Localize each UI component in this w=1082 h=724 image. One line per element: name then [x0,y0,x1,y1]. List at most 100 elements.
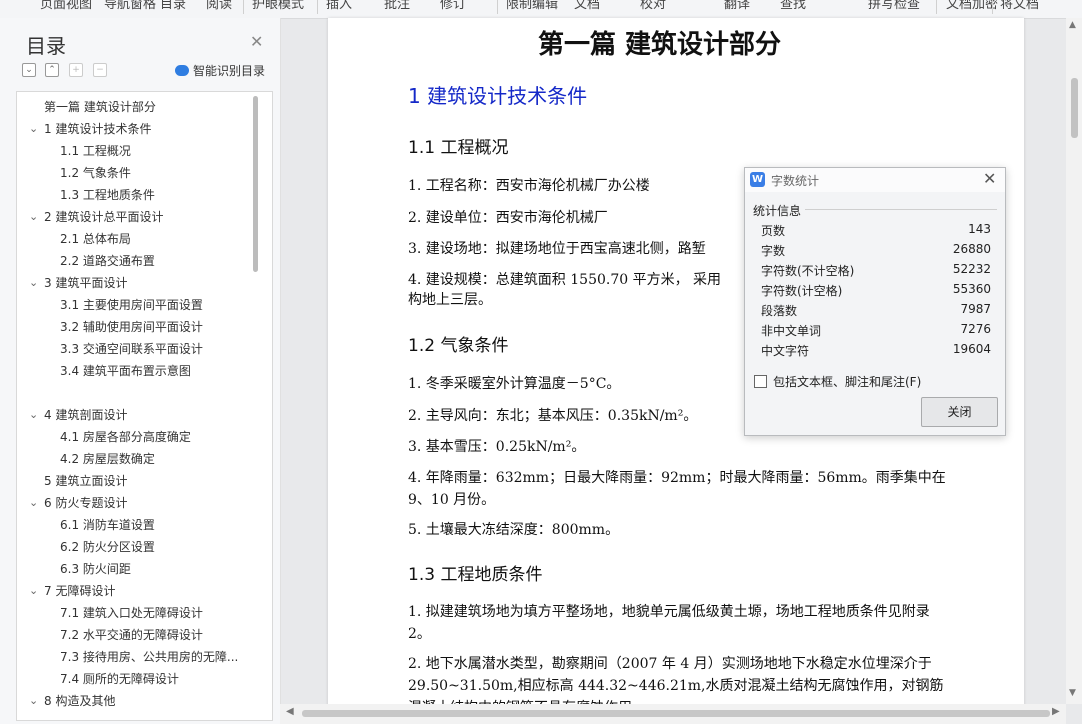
toolbar-item-spell[interactable]: 拼写检查 [868,0,920,13]
toc-item[interactable]: 1.3 工程地质条件 [60,184,155,206]
close-icon[interactable]: ✕ [250,32,263,51]
toolbar-item-more[interactable]: 将文档 [1000,0,1039,13]
hscroll-thumb[interactable] [302,710,1050,717]
toc-item[interactable]: 1.2 气象条件 [60,162,131,184]
smart-toc-label: 智能识别目录 [193,64,266,78]
paragraph: 4. 年降雨量：632mm；日最大降雨量：92mm；时最大降雨量：56mm。雨季… [408,470,946,508]
add-icon[interactable]: + [69,63,83,77]
toc-item[interactable]: 2 建筑设计总平面设计 [44,206,163,228]
stat-label: 页数 [761,224,786,238]
stat-label: 非中文单词 [761,324,822,338]
stat-label: 字数 [761,244,786,258]
toc-item[interactable]: 第一篇 建筑设计部分 [44,96,156,118]
stat-row: 字符数(计空格) 55360 [761,282,991,302]
heading-1-3: 1.3 工程地质条件 [408,565,543,585]
toc-item[interactable]: 6.3 防火间距 [60,558,131,580]
include-textbox-checkbox[interactable]: 包括文本框、脚注和尾注(F) [754,373,921,390]
chevron-down-icon[interactable]: ⌄ [29,492,41,514]
scroll-up-icon[interactable]: ▲ [1069,20,1076,30]
toc-item[interactable]: 5 建筑立面设计 [44,470,127,492]
toolbar-item-restrict[interactable]: 限制编辑 [506,0,558,13]
toolbar: 页面视图 导航窗格 目录 阅读 护眼模式 插入 批注 修订 限制编辑 文档 校对… [0,0,1082,19]
scroll-thumb[interactable] [1071,78,1078,138]
horizontal-scrollbar[interactable]: ◀ ▶ [280,704,1066,724]
checkbox-box[interactable] [754,375,767,388]
toc-item[interactable]: 2.1 总体布局 [60,228,131,250]
toc-list: 第一篇 建筑设计部分 ⌄ 1 建筑设计技术条件 1.1 工程概况 1.2 气象条件 1.3… [16,91,273,721]
toolbar-item-encrypt[interactable]: 文档加密 [946,0,998,13]
remove-icon[interactable]: − [93,63,107,77]
toolbar-item-nav-pane[interactable]: 导航窗格 [104,0,156,13]
heading-1: 1 建筑设计技术条件 [408,84,588,108]
toc-item[interactable]: 8 构造及其他 [44,690,115,712]
scroll-down-icon[interactable]: ▼ [1069,688,1076,698]
close-button[interactable]: 关闭 [921,397,998,427]
paragraph: 3. 建设场地：拟建场地位于西宝高速北侧，路堑 [408,241,706,257]
close-icon[interactable]: ✕ [983,169,996,188]
toc-item[interactable]: 3.1 主要使用房间平面设置 [60,294,203,316]
toolbar-item-document[interactable]: 文档 [574,0,600,13]
chevron-down-icon[interactable]: ⌄ [29,580,41,602]
stat-label: 段落数 [761,304,798,318]
toolbar-item-eye-mode[interactable]: 护眼模式 [252,0,304,13]
expand-all-icon[interactable]: ⌄ [22,63,36,77]
stats-group-label: 统计信息 [753,204,802,218]
toolbar-item-toc[interactable]: 目录 [160,0,186,13]
stat-row: 页数 143 [761,222,991,242]
collapse-all-icon[interactable]: ⌃ [45,63,59,77]
heading-1-1: 1.1 工程概况 [408,138,509,158]
stat-value: 7276 [960,322,991,336]
toc-item[interactable]: 2.2 道路交通布置 [60,250,155,272]
stat-value: 143 [968,222,991,236]
toc-item[interactable]: 4 建筑剖面设计 [44,404,127,426]
toc-item[interactable]: 3 建筑平面设计 [44,272,127,294]
chevron-down-icon[interactable]: ⌄ [29,272,41,294]
toc-item[interactable]: 3.3 交通空间联系平面设计 [60,338,203,360]
toc-item[interactable]: 7 无障碍设计 [44,580,115,602]
chevron-down-icon[interactable]: ⌄ [29,404,41,426]
part-title: 第一篇 建筑设计部分 [538,30,782,60]
toc-item[interactable]: 6 防火专题设计 [44,492,127,514]
toolbar-item-proof[interactable]: 校对 [640,0,666,13]
stat-row: 段落数 7987 [761,302,991,322]
toc-scrollbar[interactable] [253,96,258,272]
toc-item[interactable]: 1 建筑设计技术条件 [44,118,151,140]
toc-item[interactable]: 3.4 建筑平面布置示意图 [60,360,191,382]
toolbar-item-comment[interactable]: 批注 [384,0,410,13]
chevron-down-icon[interactable]: ⌄ [29,118,41,140]
paragraph: 2. 建设单位：西安市海伦机械厂 [408,210,608,226]
stat-label: 字符数(不计空格) [761,264,855,278]
scroll-right-icon[interactable]: ▶ [1052,706,1060,717]
divider [805,209,997,210]
toolbar-item-page-view[interactable]: 页面视图 [40,0,92,13]
toolbar-item-translate[interactable]: 翻译 [724,0,750,13]
toc-item[interactable]: 7.4 厕所的无障碍设计 [60,668,179,690]
dialog-title: 字数统计 [771,174,820,188]
toc-item[interactable]: 7.3 接待用房、公共用房的无障... [60,646,238,668]
stat-row: 非中文单词 7276 [761,322,991,342]
chevron-down-icon[interactable]: ⌄ [29,690,41,712]
stat-value: 26880 [952,242,991,256]
paragraph: 1. 拟建建筑场地为填方平整场地，地貌单元属低级黄土塬，场地工程地质条件见附录 … [408,604,930,642]
scroll-left-icon[interactable]: ◀ [286,706,294,717]
toc-item[interactable]: 4.1 房屋各部分高度确定 [60,426,191,448]
stat-value: 19604 [952,342,991,356]
dialog-titlebar[interactable]: W 字数统计 ✕ [745,168,1005,192]
stat-label: 字符数(计空格) [761,284,843,298]
chevron-down-icon[interactable]: ⌄ [29,206,41,228]
toc-item[interactable]: 3.2 辅助使用房间平面设计 [60,316,203,338]
toc-item[interactable]: 4.2 房屋层数确定 [60,448,155,470]
vertical-scrollbar[interactable]: ▲ ▼ [1066,18,1082,704]
toc-item[interactable]: 6.1 消防车道设置 [60,514,155,536]
paragraph: 1. 工程名称：西安市海伦机械厂办公楼 [408,178,650,194]
toolbar-item-insert[interactable]: 插入 [326,0,352,13]
toolbar-item-find[interactable]: 查找 [780,0,806,13]
smart-toc-button[interactable]: 智能识别目录 [175,62,265,79]
toc-item[interactable]: 7.1 建筑入口处无障碍设计 [60,602,203,624]
toolbar-item-read[interactable]: 阅读 [206,0,232,13]
toc-item[interactable]: 7.2 水平交通的无障碍设计 [60,624,203,646]
heading-1-2: 1.2 气象条件 [408,336,509,356]
toc-item[interactable]: 1.1 工程概况 [60,140,131,162]
toolbar-item-revise[interactable]: 修订 [440,0,466,13]
toc-item[interactable]: 6.2 防火分区设置 [60,536,155,558]
